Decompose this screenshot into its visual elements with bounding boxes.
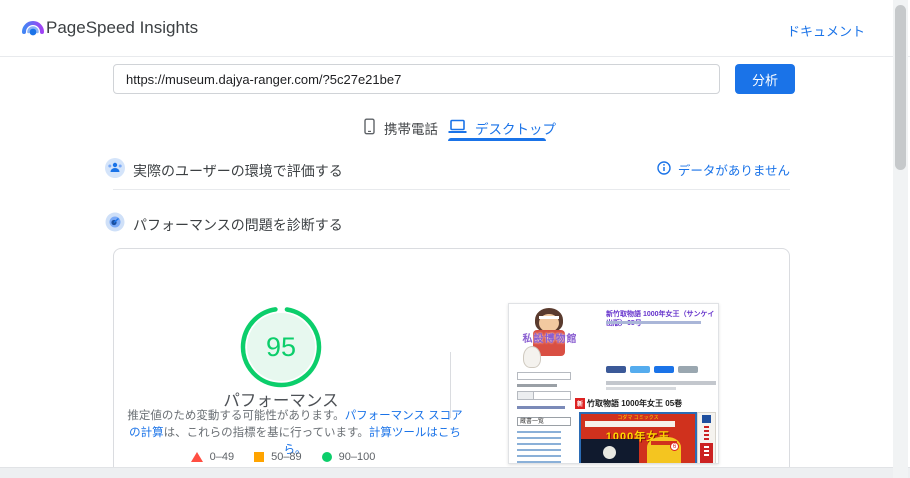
- thumb-text-bar: [606, 387, 676, 390]
- field-data-status-label: データがありません: [677, 164, 790, 178]
- legend-range-good: 90–100: [338, 451, 376, 463]
- performance-score-gauge: 95: [235, 301, 327, 393]
- section-divider: [113, 189, 790, 190]
- thumb-article-heading: 新 竹取物語 1000年女王 05巻: [575, 398, 682, 409]
- viewport-bottom-edge: [0, 467, 910, 478]
- app-header: PageSpeed Insights ドキュメント: [0, 0, 910, 57]
- tab-desktop[interactable]: デスクトップ: [448, 116, 556, 140]
- thumb-search-box: [517, 372, 571, 380]
- legend-item-good: 90–100: [321, 451, 376, 463]
- card-vertical-divider: [450, 352, 451, 418]
- pagespeed-logo-icon: [20, 15, 46, 41]
- field-users-icon: [104, 157, 126, 179]
- diagnose-gauge-icon: [104, 211, 126, 233]
- legend-item-average: 50–89: [254, 451, 302, 463]
- phone-icon: [363, 118, 376, 138]
- orange-square-icon: [254, 452, 265, 462]
- thumb-article-heading-text: 竹取物語 1000年女王 05巻: [587, 399, 683, 408]
- thumb-site-logo-text: 私設博物館: [522, 334, 578, 345]
- url-input[interactable]: [113, 64, 720, 94]
- tab-desktop-label: デスクトップ: [475, 122, 556, 137]
- app-title: PageSpeed Insights: [46, 18, 199, 37]
- thumb-cover-number: 6: [670, 442, 679, 451]
- thumb-text-bar: [606, 381, 716, 385]
- thumb-sidebar-links: [517, 431, 561, 463]
- legend-item-poor: 0–49: [190, 451, 235, 463]
- diagnose-section-title: パフォーマンスの問題を診断する: [133, 217, 343, 233]
- documentation-link[interactable]: ドキュメント: [787, 21, 865, 40]
- green-circle-icon: [321, 452, 332, 462]
- new-badge: 新: [575, 398, 586, 409]
- red-triangle-icon: [190, 452, 203, 462]
- thumb-text-bar: [517, 384, 557, 387]
- thumb-comic-spine: [697, 412, 716, 463]
- thumb-sidebar-links: [517, 406, 565, 414]
- tab-mobile[interactable]: 携帯電話: [363, 116, 438, 140]
- thumb-comic-cover-image: コダマ コミックス 1000年女王 6: [579, 412, 697, 463]
- score-desc-text-1: 推定値のため変動する可能性があります。: [127, 410, 345, 422]
- thumb-sidebar-box: 蔵書一覧: [517, 417, 571, 426]
- performance-score-value: 95: [265, 332, 297, 362]
- pagespeed-insights-page: PageSpeed Insights ドキュメント 分析 携帯電話 デスクトップ: [0, 0, 910, 478]
- legend-range-average: 50–89: [271, 451, 302, 463]
- field-data-status[interactable]: データがありません: [657, 160, 790, 179]
- scrollbar-track[interactable]: [893, 0, 908, 478]
- thumb-cover-series: コダマ コミックス: [617, 415, 659, 421]
- score-legend: 0–49 50–89 90–100: [173, 451, 393, 463]
- thumb-share-buttons: [606, 366, 698, 373]
- laptop-icon: [448, 119, 467, 137]
- thumb-page-title: 新竹取物語 1000年女王（サンケイ出版）65号: [606, 311, 715, 327]
- selected-tab-underline: [448, 138, 546, 141]
- site-screenshot-thumbnail: 私設博物館 新竹取物語 1000年女王（サンケイ出版）65号 蔵書一覧 新 竹取…: [508, 303, 719, 464]
- legend-range-poor: 0–49: [209, 451, 235, 463]
- analyze-button[interactable]: 分析: [735, 64, 795, 94]
- thumb-search-row: [517, 391, 571, 400]
- thumb-character-image: 私設博物館: [519, 308, 579, 370]
- thumb-breadcrumb-bar: [606, 321, 701, 324]
- score-desc-text-2: は、これらの指標を基に行っています。: [163, 427, 369, 439]
- info-icon: [657, 161, 671, 178]
- tab-mobile-label: 携帯電話: [384, 122, 438, 137]
- field-section-title: 実際のユーザーの環境で評価する: [133, 163, 343, 179]
- scrollbar-thumb[interactable]: [895, 5, 906, 170]
